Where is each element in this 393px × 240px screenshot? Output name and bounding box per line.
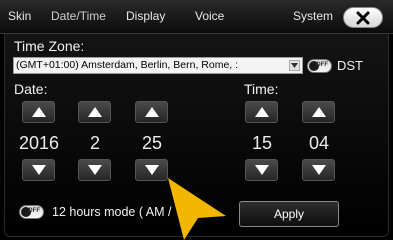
up-arrow-icon [254,107,269,117]
up-arrow-icon [87,107,102,117]
down-arrow-icon [144,165,159,175]
year-value: 2016 [18,133,60,153]
month-down-button[interactable] [78,159,111,181]
close-button[interactable] [343,7,383,28]
tab-voice[interactable]: Voice [195,9,224,23]
minute-up-button[interactable] [302,101,335,123]
down-arrow-icon [311,165,326,175]
tab-bar: Skin Date/Time Display Voice System [0,0,393,34]
down-arrow-icon [31,165,46,175]
tab-system[interactable]: System [293,9,333,23]
year-down-button[interactable] [22,159,55,181]
year-up-button[interactable] [22,101,55,123]
apply-button[interactable]: Apply [239,201,339,227]
time-label: Time: [244,81,279,97]
minute-down-button[interactable] [302,159,335,181]
up-arrow-icon [311,107,326,117]
hours-mode-label: 12 hours mode ( AM / [52,205,172,219]
hours-mode-toggle-state: OFF [28,208,40,214]
tab-date-time[interactable]: Date/Time [51,9,106,23]
month-up-button[interactable] [78,101,111,123]
apply-label: Apply [273,207,305,221]
dst-toggle-state: OFF [316,62,328,68]
time-zone-label: Time Zone: [14,38,85,54]
close-icon [356,11,370,24]
up-arrow-icon [31,107,46,117]
hour-down-button[interactable] [245,159,278,181]
minute-value: 04 [308,133,330,153]
tab-skin[interactable]: Skin [8,9,31,23]
hour-value: 15 [251,133,273,153]
day-up-button[interactable] [135,101,168,123]
time-zone-select[interactable]: (GMT+01:00) Amsterdam, Berlin, Bern, Rom… [13,57,303,74]
hour-up-button[interactable] [245,101,278,123]
hours-mode-toggle[interactable]: OFF [19,205,44,219]
down-arrow-icon [87,165,102,175]
month-value: 2 [89,133,100,153]
day-down-button[interactable] [135,159,168,181]
down-arrow-icon [254,165,269,175]
pointer-arrow-icon [168,178,226,240]
dst-toggle[interactable]: OFF [307,59,332,73]
day-value: 25 [141,133,163,153]
dst-label: DST [337,58,363,73]
chevron-down-icon [289,60,300,71]
date-label: Date: [14,81,48,97]
tab-display[interactable]: Display [126,9,165,23]
up-arrow-icon [144,107,159,117]
time-zone-value: (GMT+01:00) Amsterdam, Berlin, Bern, Rom… [16,59,239,71]
